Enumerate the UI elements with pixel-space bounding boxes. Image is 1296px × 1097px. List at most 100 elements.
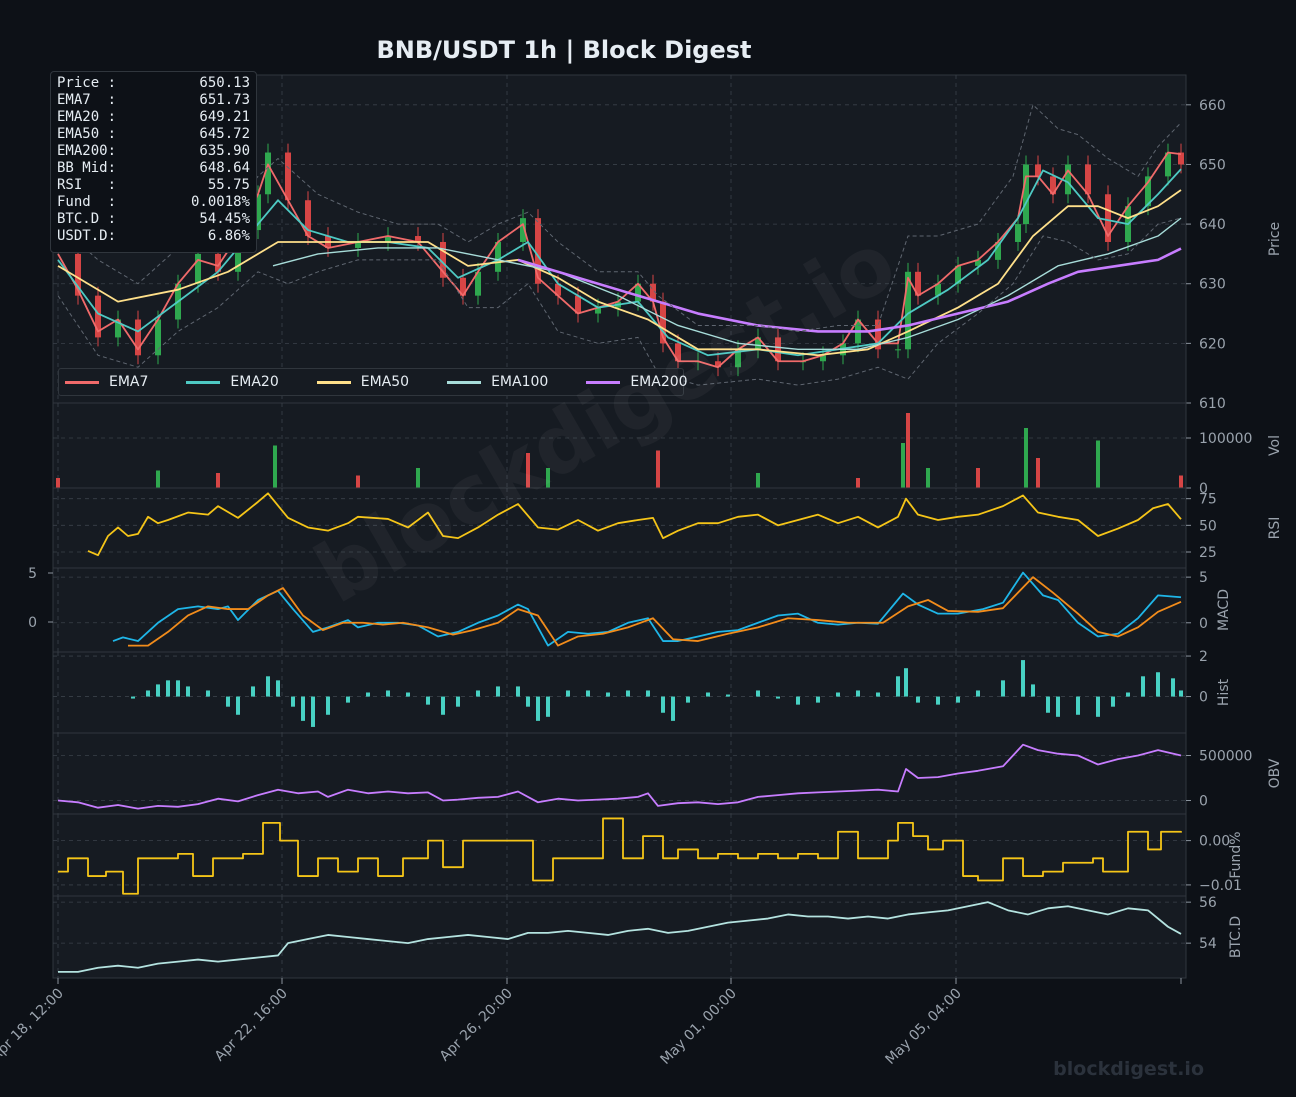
legend-label: EMA20 xyxy=(230,374,279,390)
panel-btcd: 54 56 BTC.D xyxy=(52,895,1244,979)
histogram-bar xyxy=(276,680,280,697)
volume-bar xyxy=(1024,428,1028,488)
info-value: 651.73 xyxy=(199,92,250,108)
histogram-bar xyxy=(1046,696,1050,713)
histogram-bar xyxy=(796,696,800,705)
histogram-bar xyxy=(226,696,230,707)
histogram-bar xyxy=(1096,696,1100,717)
y-axis-label: Vol xyxy=(1267,435,1283,456)
histogram-bar xyxy=(406,692,410,697)
histogram-bar xyxy=(476,690,480,697)
y-axis-label: MACD xyxy=(1216,589,1232,631)
y-tick-label: 25 xyxy=(1199,545,1217,561)
legend-item-ema100: EMA100 xyxy=(447,374,548,390)
histogram-bar xyxy=(566,690,570,697)
y-tick-label: 500000 xyxy=(1199,749,1252,765)
info-label: Fund : xyxy=(57,194,117,210)
volume-bar xyxy=(1096,440,1100,488)
histogram-bar xyxy=(976,690,980,697)
footer-brand: blockdigest.io xyxy=(1053,1058,1204,1080)
volume-bar xyxy=(906,413,910,488)
histogram-bar xyxy=(301,696,305,721)
info-row: Fund : 0.0018% xyxy=(57,194,250,211)
candle-body xyxy=(1015,224,1021,242)
histogram-bar xyxy=(776,696,780,699)
histogram-bar xyxy=(626,690,630,697)
info-label: EMA200: xyxy=(57,143,117,159)
info-row: EMA50 : 645.72 xyxy=(57,126,250,143)
info-row: USDT.D: 6.86% xyxy=(57,228,250,245)
info-label: EMA7 : xyxy=(57,92,117,108)
histogram-bar xyxy=(956,696,960,703)
y-tick-label: 2 xyxy=(1199,649,1208,665)
histogram-bar xyxy=(706,692,710,697)
histogram-bar xyxy=(311,696,315,727)
histogram-bar xyxy=(586,690,590,697)
legend-swatch xyxy=(186,380,221,384)
x-tick-label: May 01, 00:00 xyxy=(657,986,739,1068)
histogram-bar xyxy=(266,676,270,697)
x-tick-label: Apr 22, 16:00 xyxy=(212,986,291,1065)
info-row: RSI : 55.75 xyxy=(57,177,250,194)
info-label: BB Mid: xyxy=(57,160,117,176)
y-tick-label: 5 xyxy=(1199,570,1208,586)
histogram-bar xyxy=(904,668,908,697)
volume-bar xyxy=(1179,475,1183,488)
volume-bar xyxy=(1036,458,1040,488)
volume-bar xyxy=(926,468,930,488)
histogram-bar xyxy=(546,696,550,717)
candle-body xyxy=(895,349,901,351)
histogram-bar xyxy=(1141,676,1145,697)
panel-frame xyxy=(52,895,1187,979)
histogram-bar xyxy=(206,690,210,697)
panel-macd: 0 5 MACD xyxy=(52,567,1232,653)
chart-title: BNB/USDT 1h | Block Digest xyxy=(376,36,752,64)
histogram-bar xyxy=(1056,696,1060,717)
info-value: 645.72 xyxy=(199,126,250,142)
legend-swatch xyxy=(447,380,482,384)
volume-bar xyxy=(656,450,660,488)
histogram-bar xyxy=(1021,660,1025,697)
y-tick-label: 0 xyxy=(1199,794,1208,810)
volume-bar xyxy=(216,473,220,488)
info-row: EMA200: 635.90 xyxy=(57,143,250,160)
histogram-bar xyxy=(856,690,860,697)
x-tick-label: Apr 18, 12:00 xyxy=(0,986,67,1065)
histogram-bar xyxy=(156,684,160,697)
histogram-bar xyxy=(516,686,520,697)
info-row: EMA20 : 649.21 xyxy=(57,109,250,126)
histogram-bar xyxy=(686,696,690,703)
y-tick-label: 620 xyxy=(1199,336,1226,352)
y-tick-label: 75 xyxy=(1199,492,1217,508)
info-label: EMA50 : xyxy=(57,126,117,142)
histogram-bar xyxy=(526,696,530,707)
info-value: 650.13 xyxy=(199,75,250,91)
histogram-bar xyxy=(346,696,350,703)
panel-fund: −0.01 0.00Fund% xyxy=(52,813,1244,897)
info-value: 648.64 xyxy=(199,160,250,176)
volume-bar xyxy=(976,468,980,488)
y-tick-label: 100000 xyxy=(1199,431,1252,447)
y-axis-label: Price xyxy=(1267,222,1283,256)
histogram-bar xyxy=(496,686,500,697)
histogram-bar xyxy=(131,696,135,699)
info-row: Price : 650.13 xyxy=(57,75,250,92)
histogram-bar xyxy=(1126,692,1130,697)
info-value: 649.21 xyxy=(199,109,250,125)
volume-bar xyxy=(901,443,905,488)
info-row: BB Mid: 648.64 xyxy=(57,160,250,177)
y-axis-label: Fund% xyxy=(1228,831,1244,878)
panel-rsi: 25 50 75 RSI xyxy=(52,487,1283,569)
histogram-bar xyxy=(1171,678,1175,697)
y-axis-label: BTC.D xyxy=(1228,916,1244,958)
panel-frame xyxy=(52,813,1187,897)
legend-label: EMA50 xyxy=(360,374,410,390)
histogram-bar xyxy=(726,694,730,697)
histogram-bar xyxy=(1031,684,1035,697)
info-value: 55.75 xyxy=(207,177,250,193)
volume-bar xyxy=(273,445,277,488)
histogram-bar xyxy=(896,676,900,697)
y-tick-label: 610 xyxy=(1199,396,1226,412)
histogram-bar xyxy=(916,696,920,703)
candle-body xyxy=(1085,164,1091,195)
